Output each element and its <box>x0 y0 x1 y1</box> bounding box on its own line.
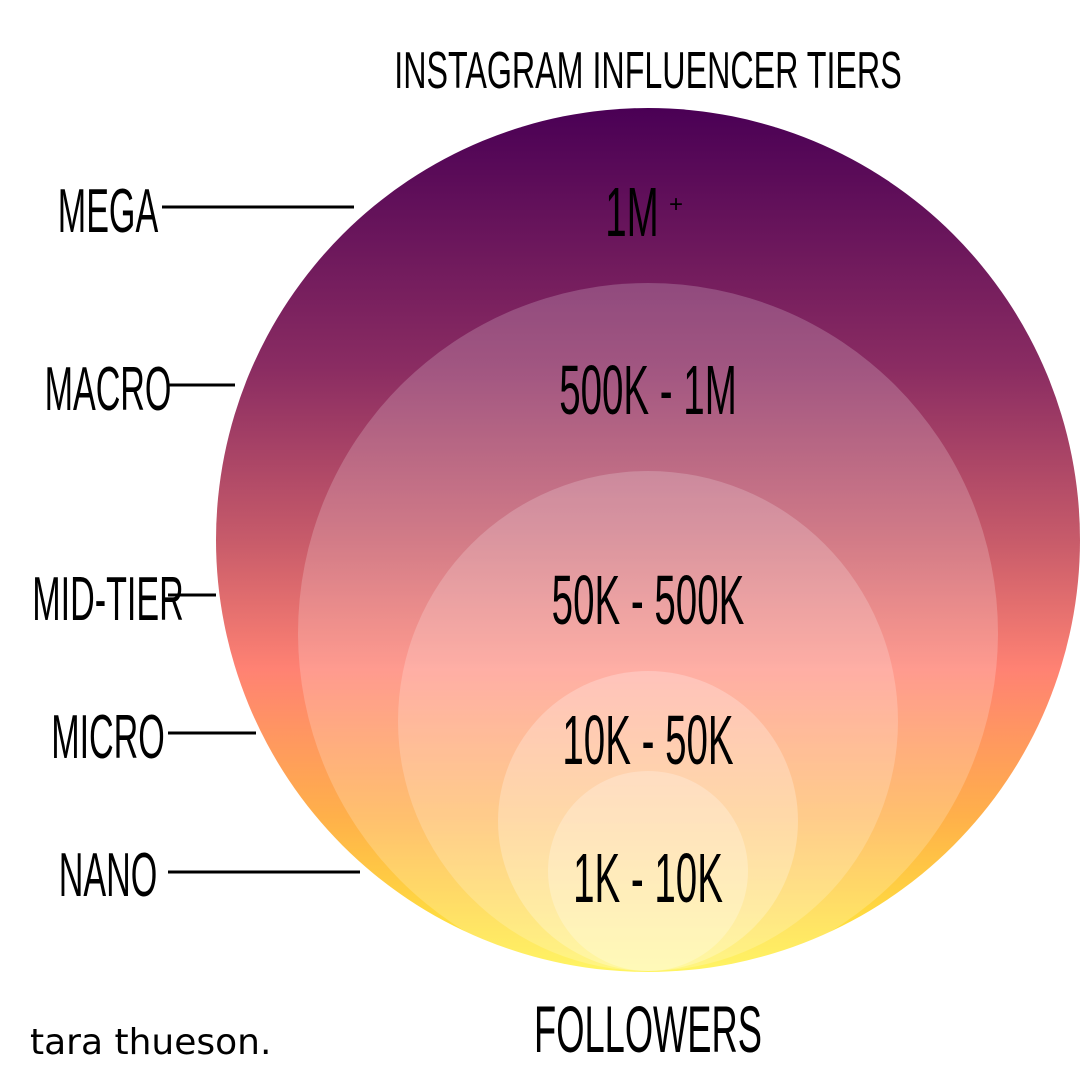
tier-range-mega: 1M <box>605 173 658 251</box>
tier-range-mid-tier: 50K - 500K <box>552 561 745 639</box>
tier-name-mid-tier: MID-TIER <box>32 564 183 633</box>
tier-range-mega-suffix: + <box>669 191 683 218</box>
influencer-tiers-diagram: INSTAGRAM INFLUENCER TIERS 1M + 500K - 1… <box>0 0 1080 1080</box>
diagram-canvas: INSTAGRAM INFLUENCER TIERS 1M + 500K - 1… <box>32 42 1080 1067</box>
tier-range-macro: 500K - 1M <box>559 351 737 429</box>
tier-name-micro: MICRO <box>51 702 165 771</box>
tier-name-macro: MACRO <box>45 354 172 423</box>
tier-name-mega: MEGA <box>58 176 159 245</box>
followers-label: FOLLOWERS <box>534 994 762 1067</box>
diagram-title: INSTAGRAM INFLUENCER TIERS <box>394 42 901 100</box>
tier-name-nano: NANO <box>59 840 157 909</box>
brand-signature: tara thueson. <box>30 1022 272 1063</box>
tier-range-micro: 10K - 50K <box>562 701 733 779</box>
tier-range-nano: 1K - 10K <box>573 839 723 917</box>
